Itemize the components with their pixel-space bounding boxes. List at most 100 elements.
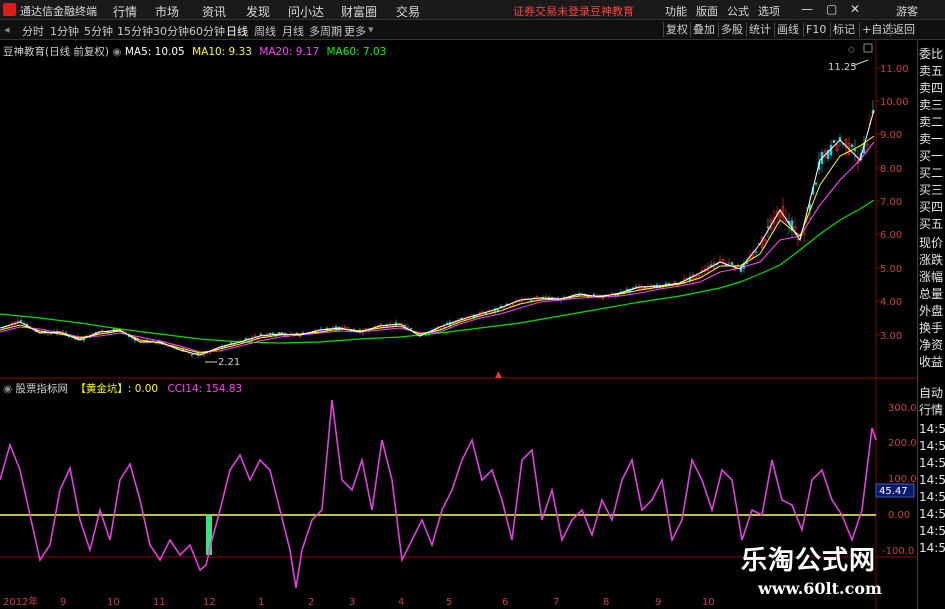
menu-layout[interactable]: 版面 [696,3,718,19]
indicator-source[interactable]: 股票指标网 [16,383,69,395]
tick-time: 14:56 [919,439,945,453]
menu-wealth[interactable]: 财富圈 [341,3,377,20]
period-tab-more[interactable]: 更多 [344,23,366,39]
menu-news[interactable]: 资讯 [202,3,226,20]
minimize-icon[interactable]: — [801,2,813,16]
date-tick-label: 12 [203,597,216,608]
back-button[interactable]: 返回 [890,22,917,37]
candle-body [631,287,635,289]
period-tab-monthly[interactable]: 月线 [282,23,304,39]
menu-discover[interactable]: 发现 [246,3,270,20]
period-tab-15min[interactable]: 15分钟 [117,23,153,39]
candle-body [190,354,194,356]
high-price-label: 11.25 [828,62,857,73]
period-tab-60min[interactable]: 60分钟 [189,23,225,39]
quote-item[interactable]: 收益 [919,354,945,370]
quote-item[interactable]: 卖四 [919,80,945,96]
period-tab-1min[interactable]: 1分钟 [50,23,79,39]
quote-item[interactable]: 卖五 [919,63,945,79]
date-tick-label: 4 [398,597,404,608]
date-tick-label: 2012年 [3,595,38,608]
period-tab-5min[interactable]: 5分钟 [84,23,113,39]
stats-button[interactable]: 统计 [746,22,773,37]
maximize-icon[interactable]: ▢ [826,2,837,16]
stock-title[interactable]: 豆神教育(日线 前复权) [3,46,109,58]
quote-item[interactable]: 买一 [919,148,945,164]
quote-item[interactable]: 买二 [919,165,945,181]
app-title: 通达信金融终端 [20,5,97,18]
diamond-icon[interactable]: ◇ [848,45,855,55]
candle-body [814,182,818,185]
mark-button[interactable]: 标记 [830,22,857,37]
period-tab-intraday[interactable]: 分时 [22,23,44,39]
ma10-line [0,135,875,354]
menu-trade[interactable]: 交易 [396,3,420,20]
overlay-button[interactable]: 叠加 [690,22,717,37]
low-price-label: 2.21 [218,357,240,368]
period-tab-multi[interactable]: 多周期 [309,23,342,39]
menu-options[interactable]: 选项 [758,3,780,19]
candle-body [19,320,23,323]
candle-body [730,262,734,265]
tick-header[interactable]: 自动 [919,385,945,401]
quote-item[interactable]: 现价 [919,235,945,251]
price-tick-label: 6.00 [880,230,902,241]
chart-canvas[interactable]: 11.00 10.00 9.00 8.00 7.00 6.00 5.00 4.0… [0,40,917,609]
cci-tick-label: 100.0 [888,474,917,485]
title-bar: 通达信金融终端 行情 市场 资讯 发现 问小达 财富圈 交易 证券交易未登录 豆… [0,0,945,20]
quote-item[interactable]: 买四 [919,199,945,215]
period-tab-weekly[interactable]: 周线 [254,23,276,39]
scroll-left-icon[interactable]: ◂ [4,23,10,36]
quote-item[interactable]: 卖一 [919,131,945,147]
draw-line-button[interactable]: 画线 [774,22,801,37]
period-toolbar: ◂ 分时 1分钟 5分钟 15分钟 30分钟 60分钟 日线 周线 月线 多周期… [0,20,945,40]
cci-tick-label: -100.0 [882,546,914,557]
period-tab-30min[interactable]: 30分钟 [153,23,189,39]
candle-body [766,226,770,228]
quote-item[interactable]: 换手 [919,320,945,336]
quote-item[interactable]: 买五 [919,216,945,232]
quote-item[interactable]: 卖三 [919,97,945,113]
quote-item[interactable]: 卖二 [919,114,945,130]
candle-body [592,294,596,296]
menu-function[interactable]: 功能 [665,3,687,19]
menu-market[interactable]: 市场 [155,3,179,20]
date-tick-label: 5 [446,597,452,608]
login-notice[interactable]: 证券交易未登录 [513,3,590,19]
candle-body [271,332,275,335]
quote-item[interactable]: 净资 [919,337,945,353]
date-tick-label: 9 [60,597,66,608]
price-tick-label: 9.00 [880,130,902,141]
ma60-legend: MA60: 7.03 [326,46,387,58]
menu-ask[interactable]: 问小达 [288,3,324,20]
quote-item[interactable]: 买三 [919,182,945,198]
quote-item[interactable]: 委比 [919,46,945,62]
menu-formula[interactable]: 公式 [727,3,749,19]
pane-maximize-icon[interactable] [863,43,873,53]
indicator-settings-icon[interactable]: ◉ [3,383,16,395]
multi-stock-button[interactable]: 多股 [718,22,745,37]
tick-time: 14:56 [919,473,945,487]
period-tab-daily[interactable]: 日线 [226,23,248,39]
cci-tick-label: 200.0 [888,438,917,449]
chevron-down-icon[interactable]: ▾ [368,23,374,36]
candle-body [409,328,413,330]
date-tick-label: 2 [308,597,314,608]
quote-item[interactable]: 总量 [919,286,945,302]
guest-label[interactable]: 游客 [896,3,918,19]
quote-item[interactable]: 涨幅 [919,269,945,285]
date-tick-label: 9 [655,597,661,608]
candle-body [850,144,854,148]
f10-button[interactable]: F10 [803,22,828,37]
legend-dot-icon: ◉ [112,46,125,58]
quote-item[interactable]: 涨跌 [919,252,945,268]
quote-side-panel: 委比 卖五 卖四 卖三 卖二 卖一 买一 买二 买三 买四 买五 现价 涨跌 涨… [917,40,945,609]
event-marker-icon[interactable]: ▲ [495,370,502,380]
date-tick-label: 3 [349,597,355,608]
adjust-button[interactable]: 复权 [663,22,690,37]
tick-header[interactable]: 行情 [919,402,945,418]
candle-body [853,149,857,152]
quote-item[interactable]: 外盘 [919,303,945,319]
menu-quotes[interactable]: 行情 [113,3,137,20]
close-icon[interactable]: ✕ [850,2,860,16]
